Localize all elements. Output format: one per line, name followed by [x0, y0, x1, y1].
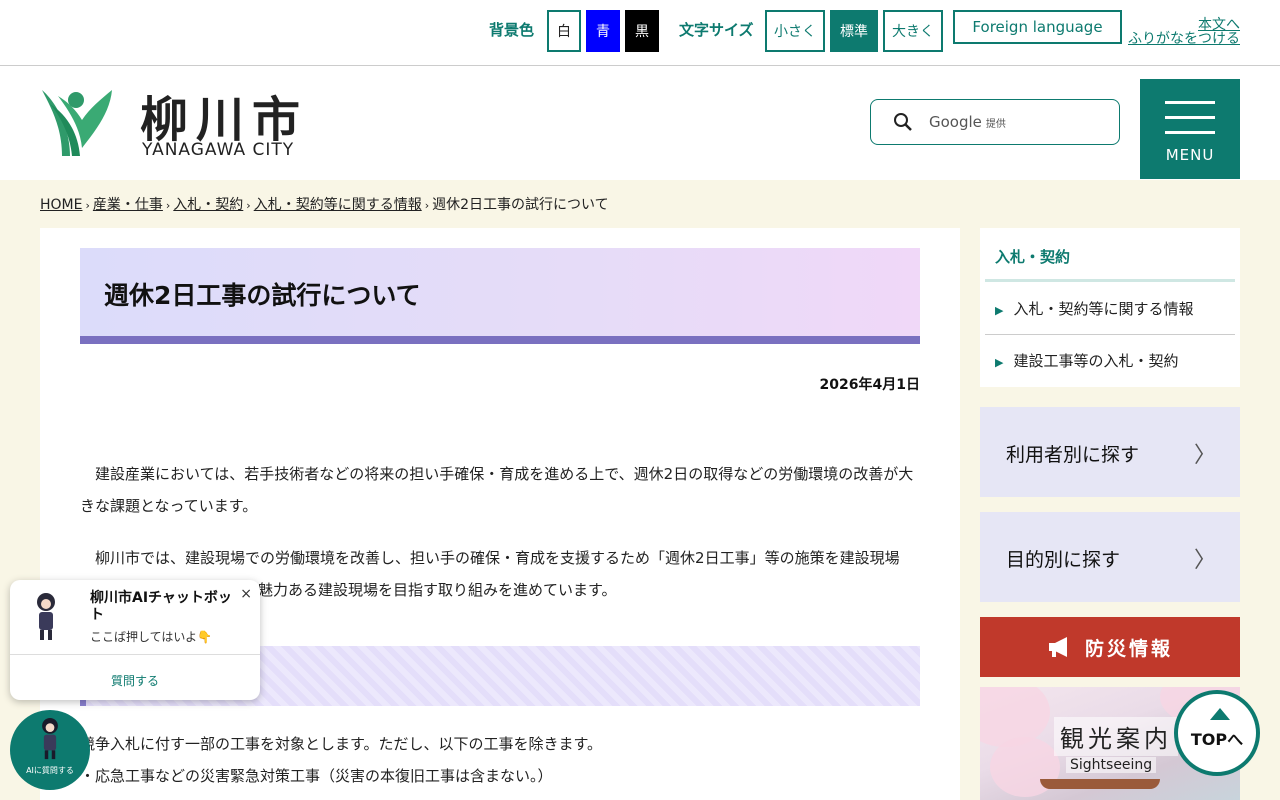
disaster-info-button[interactable]: 防災情報	[980, 617, 1240, 677]
breadcrumb-home[interactable]: HOME	[40, 197, 82, 213]
bg-blue-button[interactable]: 青	[586, 10, 620, 52]
arrow-up-icon	[1210, 708, 1230, 720]
foreign-language-button[interactable]: Foreign language	[953, 10, 1122, 44]
sightseeing-subtitle: Sightseeing	[1066, 757, 1157, 773]
back-to-top-button[interactable]: TOPへ	[1174, 690, 1260, 776]
font-size-label: 文字サイズ	[679, 21, 754, 39]
font-standard-button[interactable]: 標準	[830, 10, 878, 52]
sidebar-item-bidding-info[interactable]: ▶ 入札・契約等に関する情報	[995, 298, 1193, 319]
page-title-box: 週休2日工事の試行について	[80, 248, 920, 344]
font-large-button[interactable]: 大きく	[883, 10, 943, 52]
chatbot-launcher-button[interactable]: AIに質問する	[10, 710, 90, 790]
chatbot-ask-button[interactable]: 質問する	[10, 672, 260, 689]
city-logo-icon[interactable]	[40, 86, 114, 158]
furigana-link[interactable]: ふりがなをつける	[1128, 32, 1240, 46]
article-content: 週休2日工事の試行について 2026年4月1日 建設産業においては、若手技術者な…	[40, 228, 960, 800]
bg-color-label: 背景色	[489, 21, 535, 39]
megaphone-icon	[1048, 637, 1067, 657]
bg-white-button[interactable]: 白	[547, 10, 581, 52]
close-icon[interactable]: ×	[240, 586, 252, 602]
top-links: 本文へ ふりがなをつける	[1128, 18, 1240, 46]
chatbot-popup: 柳川市AIチャットボット ここば押してはいよ👇 × 質問する	[10, 580, 260, 700]
logo-english: YANAGAWA CITY	[142, 140, 295, 160]
sidebar-title[interactable]: 入札・契約	[995, 246, 1070, 267]
chatbot-launcher-label: AIに質問する	[26, 766, 74, 775]
target-list: 競争入札に付す一部の工事を対象とします。ただし、以下の工事を除きます。 ・応急工…	[80, 728, 920, 792]
sidebar-nav: 入札・契約 ▶ 入札・契約等に関する情報 ▶ 建設工事等の入札・契約	[980, 228, 1240, 387]
triangle-right-icon: ▶	[995, 304, 1004, 317]
triangle-right-icon: ▶	[995, 356, 1004, 369]
publish-date: 2026年4月1日	[819, 377, 920, 393]
list-item: ・応急工事などの災害緊急対策工事（災害の本復旧工事は含まない。）	[80, 767, 553, 785]
breadcrumb: HOME › 産業・仕事 › 入札・契約 › 入札・契約等に関する情報 › 週休2日工事の試行に…	[40, 197, 609, 213]
chatbot-avatar-icon	[42, 718, 58, 760]
search-icon[interactable]	[893, 112, 913, 132]
chevron-right-icon: 〉	[1193, 548, 1216, 573]
skip-to-content-link[interactable]: 本文へ	[1128, 18, 1240, 32]
search-input[interactable]: Google 提供	[929, 113, 1006, 131]
paragraph-intro: 建設産業においては、若手技術者などの将来の担い手確保・育成を進める上で、週休2日…	[80, 465, 914, 515]
list-item: 競争入札に付す一部の工事を対象とします。ただし、以下の工事を除きます。	[80, 735, 603, 753]
breadcrumb-industry[interactable]: 産業・仕事	[93, 197, 163, 213]
page-title: 週休2日工事の試行について	[104, 281, 421, 310]
menu-label: MENU	[1165, 146, 1215, 164]
breadcrumb-bidding-info[interactable]: 入札・契約等に関する情報	[254, 197, 422, 213]
chevron-right-icon: 〉	[1193, 443, 1216, 468]
font-small-button[interactable]: 小さく	[765, 10, 825, 52]
chatbot-subtitle: ここば押してはいよ👇	[90, 630, 213, 644]
site-search[interactable]: Google 提供	[870, 99, 1120, 145]
site-header: 柳川市 YANAGAWA CITY Google 提供 MENU	[0, 66, 1280, 180]
menu-button[interactable]: MENU	[1140, 79, 1240, 179]
chatbot-title: 柳川市AIチャットボット	[90, 590, 232, 623]
sightseeing-title: 観光案内	[1054, 717, 1178, 756]
bg-black-button[interactable]: 黒	[625, 10, 659, 52]
sidebar-item-construction-bidding[interactable]: ▶ 建設工事等の入札・契約	[995, 350, 1178, 371]
breadcrumb-bidding[interactable]: 入札・契約	[173, 197, 243, 213]
search-by-user-button[interactable]: 利用者別に探す 〉	[980, 407, 1240, 497]
chatbot-avatar-icon	[37, 593, 55, 640]
utility-bar: 背景色 白 青 黒 文字サイズ 小さく 標準 大きく Foreign langu…	[0, 0, 1280, 66]
search-by-purpose-button[interactable]: 目的別に探す 〉	[980, 512, 1240, 602]
breadcrumb-current: 週休2日工事の試行について	[432, 197, 609, 213]
